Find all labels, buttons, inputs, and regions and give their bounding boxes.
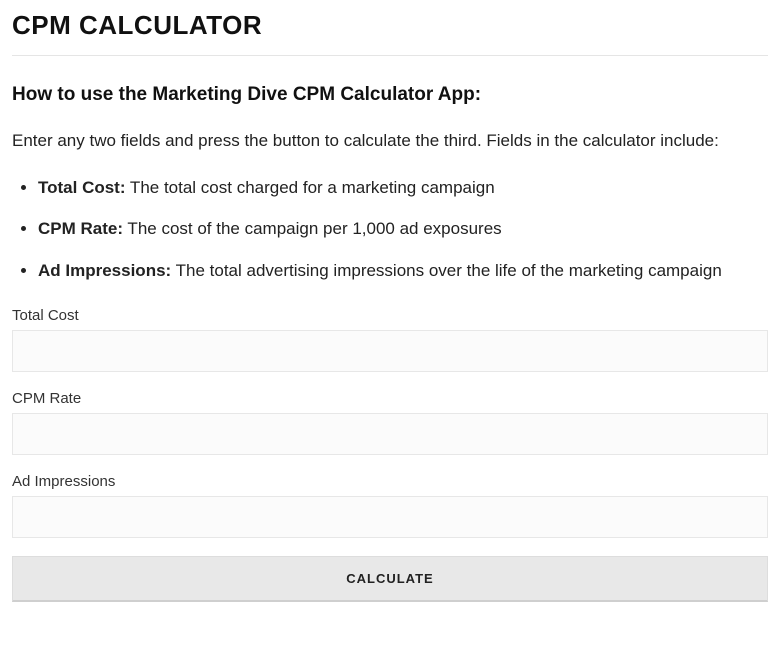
cpm-rate-input[interactable] — [12, 413, 768, 455]
term-desc: The total advertising impressions over t… — [171, 261, 722, 280]
total-cost-input[interactable] — [12, 330, 768, 372]
subtitle: How to use the Marketing Dive CPM Calcul… — [12, 84, 768, 106]
list-item: Ad Impressions: The total advertising im… — [38, 259, 768, 283]
term-label: CPM Rate: — [38, 219, 123, 238]
term-label: Ad Impressions: — [38, 261, 171, 280]
ad-impressions-label: Ad Impressions — [12, 473, 768, 490]
term-label: Total Cost: — [38, 178, 126, 197]
definition-list: Total Cost: The total cost charged for a… — [12, 176, 768, 283]
divider — [12, 55, 768, 56]
list-item: Total Cost: The total cost charged for a… — [38, 176, 768, 200]
total-cost-label: Total Cost — [12, 307, 768, 324]
list-item: CPM Rate: The cost of the campaign per 1… — [38, 217, 768, 241]
ad-impressions-input[interactable] — [12, 496, 768, 538]
term-desc: The cost of the campaign per 1,000 ad ex… — [123, 219, 502, 238]
page-title: CPM CALCULATOR — [12, 10, 768, 41]
cpm-rate-label: CPM Rate — [12, 390, 768, 407]
intro-text: Enter any two fields and press the butto… — [12, 128, 768, 154]
term-desc: The total cost charged for a marketing c… — [126, 178, 495, 197]
calculate-button[interactable]: CALCULATE — [12, 556, 768, 602]
